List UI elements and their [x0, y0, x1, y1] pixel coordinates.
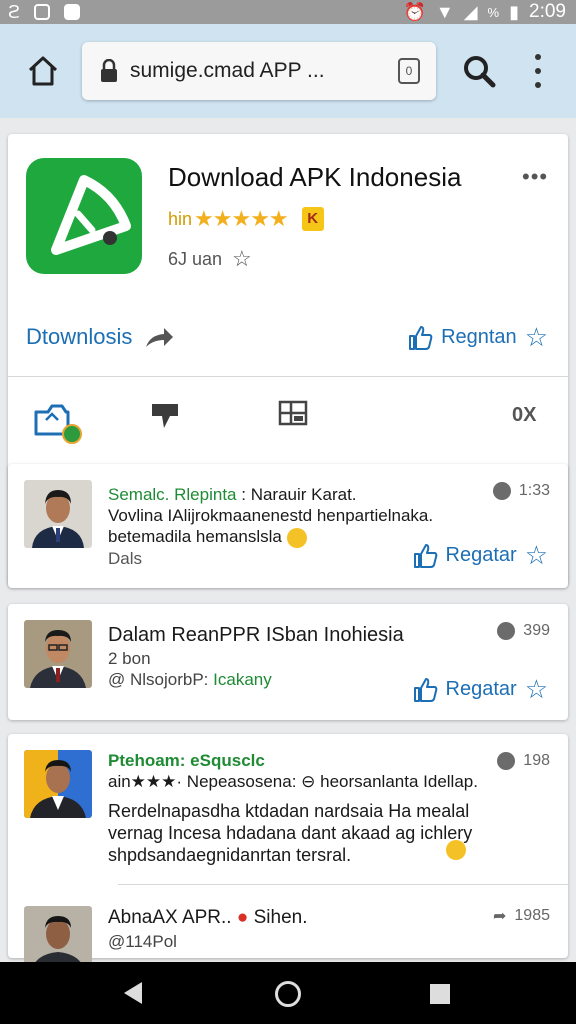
post-meta: 1:33 — [492, 482, 550, 500]
star-icon[interactable]: ☆ — [525, 540, 548, 571]
post-meta-text: 1985 — [514, 907, 550, 924]
post-line: Vovlina IAlijrokmaanenestd henpartielnak… — [108, 506, 434, 525]
share-icon[interactable] — [144, 325, 174, 349]
browser-toolbar: sumige.cmad APP ... 0 — [0, 24, 576, 118]
post-card[interactable]: Ptehoam: eSqusclc ain★★★· Nepeasosena: ⊖… — [8, 734, 568, 974]
divider — [118, 884, 568, 885]
download-label: Dtownlosis — [26, 324, 133, 349]
thumbs-up-icon — [409, 325, 433, 350]
post-body: Ptehoam: eSqusclc ain★★★· Nepeasosena: ⊖… — [108, 750, 478, 792]
regular-label: Regntan — [441, 326, 517, 348]
post-meta-text: 399 — [523, 622, 550, 639]
post-mention[interactable]: Icakany — [213, 670, 272, 689]
notification-icon — [34, 4, 51, 20]
url-bar[interactable]: sumige.cmad APP ... 0 — [82, 42, 436, 100]
app-meta-text: 6J uan — [168, 248, 223, 269]
flag-icon[interactable] — [150, 400, 180, 430]
alarm-icon: ⏰ — [403, 1, 426, 22]
share-icon[interactable]: ➦ — [493, 906, 506, 926]
battery-icon: ▮ — [509, 1, 520, 22]
rating-row: hin ★★★★★ K — [168, 206, 324, 232]
emoji-icon — [446, 840, 466, 860]
emoji-icon — [286, 527, 307, 548]
rating-prefix: hin — [168, 208, 193, 229]
post-card[interactable]: Dalam ReanPPR ISban Inohiesia 2 bon @ Nl… — [8, 604, 568, 720]
post-line: 2 bon — [108, 649, 151, 668]
avatar[interactable] — [24, 480, 92, 548]
toolbar-close-text[interactable]: 0X — [512, 404, 536, 427]
post-body: AbnaAX APR.. ● Sihen. @114Pol — [108, 906, 308, 954]
regular-button[interactable]: Regntan ☆ — [407, 322, 548, 353]
app-meta: 6J uan ☆ — [168, 246, 252, 272]
home-icon[interactable] — [26, 54, 60, 88]
star-icon[interactable]: ☆ — [525, 322, 548, 353]
avatar[interactable] — [24, 620, 92, 688]
search-icon[interactable] — [462, 54, 496, 88]
star-rating-icon: ★★★★★ — [194, 206, 289, 231]
status-icon: ● — [236, 907, 249, 928]
clock-icon — [492, 482, 511, 500]
post-line: betemadila hemanslsla — [108, 527, 282, 546]
url-text[interactable]: sumige.cmad APP ... — [130, 59, 325, 83]
post-mention-prefix: @ NlsojorbP: — [108, 670, 209, 689]
avatar[interactable] — [24, 750, 92, 818]
recent-apps-icon[interactable] — [430, 984, 450, 1004]
app-toolbar: 0X — [8, 376, 568, 460]
system-nav-bar — [0, 962, 576, 1024]
regular-button[interactable]: Regatar ☆ — [412, 674, 548, 705]
favorite-star-icon[interactable]: ☆ — [232, 246, 252, 272]
app-logo-icon[interactable] — [26, 158, 142, 274]
clock-icon — [497, 752, 516, 770]
post-meta: ➦ 1985 — [493, 906, 550, 926]
post-line: Dals — [108, 548, 143, 568]
post-status: Sihen. — [253, 907, 308, 928]
post-line: ain★★★· Nepeasosena: ⊖ heorsanlanta Idel… — [108, 772, 478, 791]
star-icon[interactable]: ☆ — [525, 674, 548, 705]
clock: 2:09 — [529, 1, 566, 22]
post-handle[interactable]: @114Pol — [108, 930, 308, 954]
signal-icon: ◢ — [463, 1, 478, 22]
regular-button[interactable]: Regatar ☆ — [412, 540, 548, 571]
post-line: vernag Incesa hdadana dant akaad ag ichl… — [108, 823, 473, 843]
regular-label: Regatar — [445, 544, 517, 566]
post-title[interactable]: AbnaAX APR.. — [108, 907, 232, 928]
post-body: Rerdelnapasdha ktdadan nardsaia Ha meala… — [108, 800, 472, 866]
grid-icon[interactable] — [278, 400, 308, 426]
post-meta-text: 198 — [523, 752, 550, 769]
thumbs-up-icon — [413, 543, 437, 568]
post-meta: 198 — [497, 752, 550, 770]
overflow-menu-icon[interactable] — [528, 54, 548, 88]
status-bar: ϩ ⏰ ▼ ◢ % ▮ 2:09 — [0, 0, 576, 24]
tab-switcher-icon[interactable]: 0 — [398, 58, 420, 84]
battery-text: % — [487, 4, 500, 20]
thumbs-up-icon — [413, 677, 437, 702]
notification-icon — [64, 4, 81, 20]
post-body: 2 bon @ NlsojorbP: Icakany — [108, 648, 272, 690]
post-line: Rerdelnapasdha ktdadan nardsaia Ha meala… — [108, 801, 470, 821]
badge-icon: K — [301, 207, 324, 231]
download-link[interactable]: Dtownlosis — [26, 324, 174, 350]
wifi-icon: ▼ — [435, 1, 454, 22]
home-circle-icon[interactable] — [275, 981, 301, 1007]
lock-icon — [101, 59, 117, 82]
post-title[interactable]: Dalam ReanPPR ISban Inohiesia — [108, 622, 404, 648]
post-body: Semalc. Rlepinta : Narauir Karat. Vovlin… — [108, 484, 433, 569]
regular-label: Regatar — [445, 678, 517, 700]
post-meta-text: 1:33 — [518, 482, 550, 499]
notification-icon: ϩ — [8, 1, 21, 22]
post-lead: : Narauir Karat. — [241, 485, 357, 504]
post-line: shpdsandaegnidanrtan tersral. — [108, 845, 352, 865]
app-title: Download APK Indonesia — [168, 162, 462, 192]
post-author[interactable]: Semalc. Rlepinta — [108, 485, 237, 504]
post-card[interactable]: Semalc. Rlepinta : Narauir Karat. Vovlin… — [8, 464, 568, 588]
back-icon[interactable] — [124, 982, 142, 1004]
more-options-icon[interactable]: ••• — [522, 164, 548, 190]
clock-icon — [497, 622, 516, 640]
post-meta: 399 — [497, 622, 550, 640]
folder-badge-icon[interactable] — [34, 400, 82, 444]
post-author[interactable]: Ptehoam: eSqusclc — [108, 750, 478, 771]
